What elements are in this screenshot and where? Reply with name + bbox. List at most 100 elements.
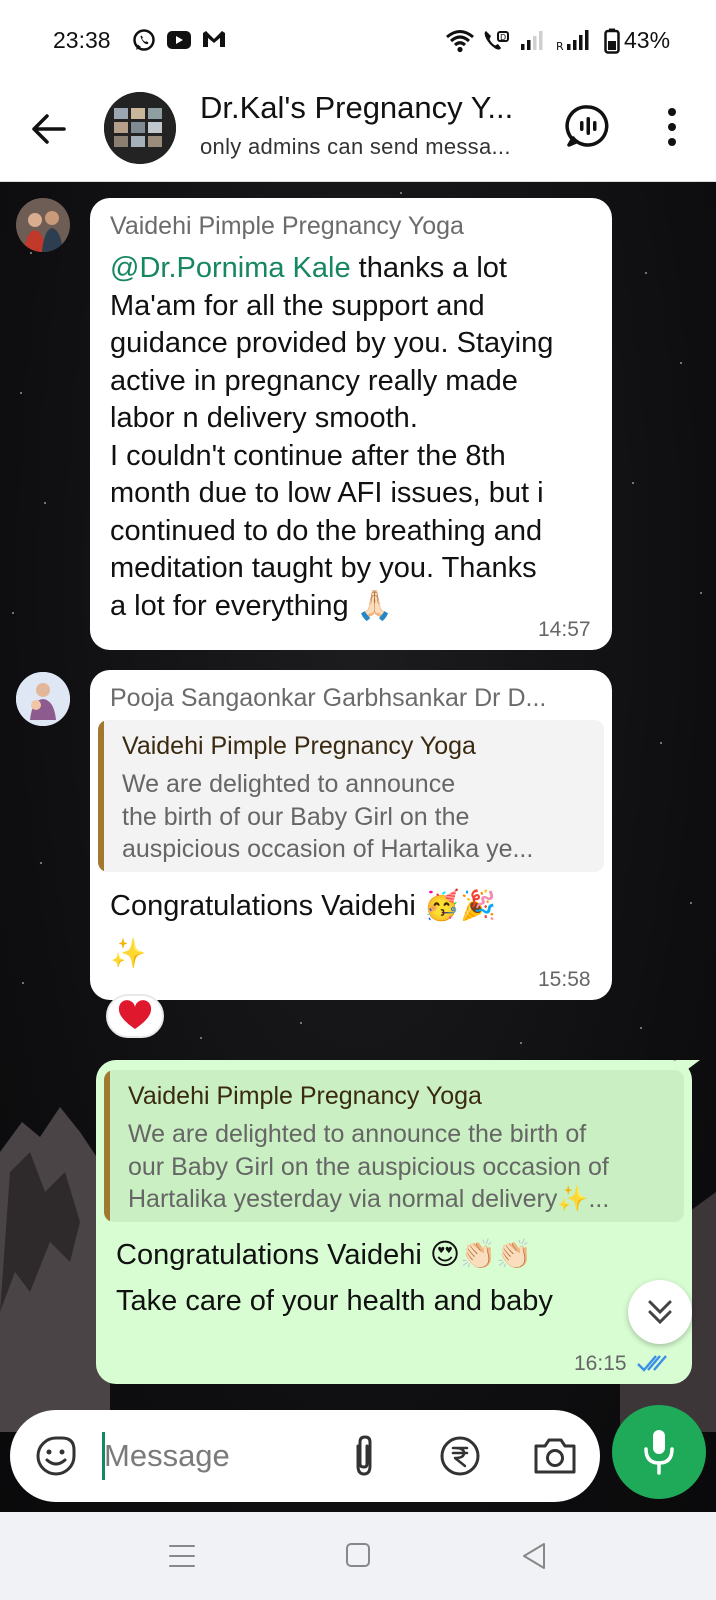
- message-line: Congratulations Vaidehi 😍👏🏻👏🏻: [116, 1239, 533, 1271]
- wallpaper-star: [12, 612, 14, 614]
- microphone-icon: [644, 1430, 674, 1475]
- heart-reaction-icon: [118, 1000, 152, 1029]
- quote-line: the birth of our Baby Girl on the: [122, 802, 470, 831]
- chat-area[interactable]: Vaidehi Pimple Pregnancy Yoga @Dr.Pornim…: [0, 182, 716, 1512]
- wallpaper-star: [700, 592, 702, 594]
- quote-line: auspicious occasion of Hartalika ye...: [122, 835, 534, 863]
- quote-line: We are delighted to announce the birth o…: [128, 1120, 587, 1148]
- camera-icon[interactable]: [532, 1434, 578, 1478]
- youtube-icon: [167, 31, 191, 49]
- message-line: Ma'am for all the support and: [110, 289, 485, 322]
- message-time: 15:58: [538, 968, 591, 991]
- message-line: month due to low AFI issues, but i: [110, 477, 544, 509]
- sticker-emoji-icon[interactable]: [34, 1434, 78, 1478]
- roaming-signal-icon: R: [556, 30, 589, 52]
- quote-line: We are delighted to announce: [122, 770, 456, 798]
- wallpaper-star: [632, 482, 634, 484]
- sender-name[interactable]: Pooja Sangaonkar Garbhsankar Dr D...: [110, 684, 546, 713]
- mention-link[interactable]: @Dr.Pornima Kale: [110, 252, 351, 284]
- voice-message-button[interactable]: [612, 1405, 706, 1499]
- message-line: continued to do the breathing and: [110, 514, 543, 547]
- wallpaper-star: [660, 742, 662, 744]
- message-time: 16:15: [574, 1352, 627, 1375]
- wallpaper-star: [690, 902, 692, 904]
- incoming-message-bubble[interactable]: Vaidehi Pimple Pregnancy Yoga @Dr.Pornim…: [90, 198, 612, 650]
- group-avatar[interactable]: [104, 92, 176, 164]
- sender-avatar-image: [16, 198, 70, 252]
- message-line: a lot for everything 🙏🏻: [110, 589, 393, 622]
- message-text: Congratulations Vaidehi 😍👏🏻👏🏻 Take care …: [116, 1232, 676, 1324]
- double-chevron-down-icon: [648, 1300, 672, 1325]
- quote-text: We are delighted to announce the birth o…: [122, 768, 592, 866]
- payment-rupee-icon[interactable]: [438, 1434, 482, 1478]
- quote-text: We are delighted to announce the birth o…: [128, 1118, 678, 1216]
- signal-icon: [521, 31, 543, 50]
- battery-icon: [604, 28, 620, 54]
- group-title[interactable]: Dr.Kal's Pregnancy Y...: [200, 90, 513, 126]
- voice-chat-icon[interactable]: [564, 102, 612, 150]
- message-line: labor n delivery smooth.: [110, 402, 418, 434]
- message-text: @Dr.Pornima Kale thanks a lot Ma'am for …: [110, 250, 600, 625]
- battery-percent: 43%: [624, 27, 671, 53]
- read-receipt-icon: [637, 1355, 667, 1372]
- quote-author: Vaidehi Pimple Pregnancy Yoga: [122, 732, 476, 760]
- attach-paperclip-icon[interactable]: [342, 1432, 386, 1480]
- wallpaper-mountain: [0, 1107, 110, 1432]
- recent-apps-icon[interactable]: [162, 1538, 202, 1574]
- svg-text:D: D: [500, 33, 506, 42]
- svg-text:R: R: [556, 40, 564, 52]
- wallpaper-star: [640, 1027, 642, 1029]
- wallpaper-star: [22, 982, 24, 984]
- message-input[interactable]: [104, 1432, 304, 1480]
- message-line: guidance provided by you. Staying: [110, 327, 554, 359]
- wallpaper-star: [20, 392, 22, 394]
- quoted-message[interactable]: Vaidehi Pimple Pregnancy Yoga We are del…: [98, 720, 604, 872]
- quote-bar: [104, 1070, 110, 1222]
- reaction-badge[interactable]: ❤️: [106, 994, 164, 1038]
- system-navigation-bar: [0, 1512, 716, 1600]
- message-text: Congratulations Vaidehi 🥳🎉 ✨: [110, 882, 600, 978]
- message-line: Take care of your health and baby: [116, 1285, 553, 1317]
- quote-author: Vaidehi Pimple Pregnancy Yoga: [128, 1082, 482, 1110]
- message-line: active in pregnancy really made: [110, 364, 518, 397]
- outgoing-message-bubble[interactable]: Vaidehi Pimple Pregnancy Yoga We are del…: [96, 1060, 700, 1384]
- quote-line: our Baby Girl on the auspicious occasion…: [128, 1152, 609, 1181]
- message-line: thanks a lot: [350, 252, 507, 284]
- wallpaper-star: [400, 192, 402, 194]
- wallpaper-star: [44, 502, 46, 504]
- wallpaper-star: [40, 862, 42, 864]
- sender-avatar[interactable]: [16, 672, 70, 726]
- quote-bar: [98, 720, 104, 872]
- status-time: 23:38: [53, 27, 111, 53]
- message-line: ✨: [110, 938, 147, 970]
- wifi-icon: [446, 30, 474, 53]
- wallpaper-star: [645, 272, 647, 274]
- wallpaper-star: [680, 362, 682, 364]
- group-avatar-image: [104, 92, 176, 164]
- wallpaper-star: [200, 1037, 202, 1039]
- message-line: I couldn't continue after the 8th: [110, 439, 506, 472]
- incoming-message-bubble[interactable]: Pooja Sangaonkar Garbhsankar Dr D... Vai…: [90, 670, 612, 1000]
- quote-line: Hartalika yesterday via normal delivery✨…: [128, 1185, 610, 1213]
- message-time: 14:57: [538, 618, 591, 641]
- home-icon[interactable]: [338, 1538, 378, 1574]
- message-composer: [10, 1410, 600, 1502]
- status-bar: 23:38 D R 43%: [0, 0, 716, 80]
- scroll-to-bottom-button[interactable]: [628, 1280, 692, 1344]
- gmail-icon: [203, 31, 225, 47]
- back-arrow-icon[interactable]: [26, 106, 72, 152]
- message-line: meditation taught by you. Thanks: [110, 552, 537, 584]
- quoted-message[interactable]: Vaidehi Pimple Pregnancy Yoga We are del…: [104, 1070, 684, 1222]
- sender-name[interactable]: Vaidehi Pimple Pregnancy Yoga: [110, 212, 464, 241]
- wallpaper-star: [30, 252, 32, 254]
- volte-call-icon: D: [484, 31, 509, 50]
- wallpaper-star: [300, 1022, 302, 1024]
- sender-avatar[interactable]: [16, 198, 70, 252]
- more-options-icon[interactable]: [654, 102, 690, 152]
- back-nav-icon[interactable]: [514, 1538, 554, 1574]
- chat-header: Dr.Kal's Pregnancy Y... only admins can …: [0, 80, 716, 182]
- sender-avatar-image: [16, 672, 70, 726]
- wallpaper-star: [520, 1042, 522, 1044]
- whatsapp-icon: [133, 29, 155, 51]
- group-subtitle: only admins can send messa...: [200, 134, 511, 159]
